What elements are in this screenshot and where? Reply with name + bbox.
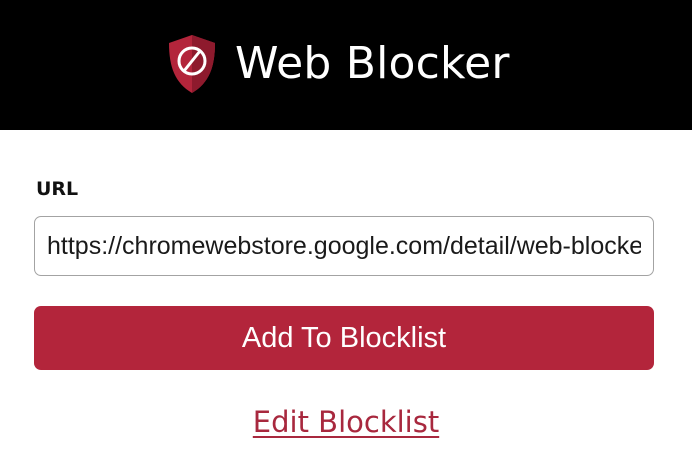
app-title: Web Blocker	[235, 38, 510, 89]
add-to-blocklist-button[interactable]: Add To Blocklist	[34, 306, 654, 370]
url-label: URL	[36, 178, 79, 200]
url-input[interactable]	[34, 216, 654, 276]
main-panel: URL Add To Blocklist Edit Blocklist	[0, 130, 692, 474]
brand-logo: Web Blocker	[165, 30, 510, 98]
edit-blocklist-link[interactable]: Edit Blocklist	[0, 405, 692, 439]
shield-blocked-icon	[169, 35, 215, 93]
app-header: Web Blocker	[0, 0, 692, 130]
